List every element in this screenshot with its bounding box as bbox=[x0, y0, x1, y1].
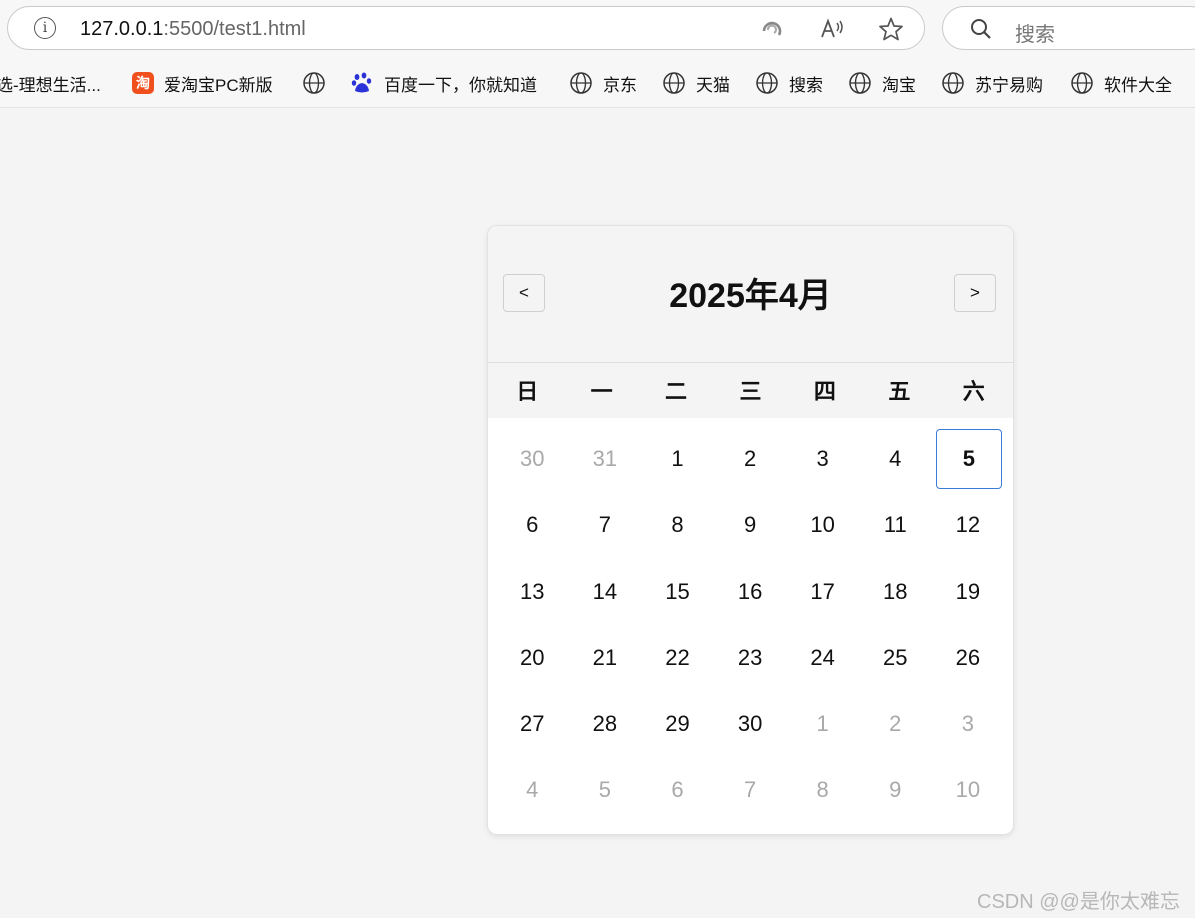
day-cell[interactable]: 22 bbox=[641, 627, 714, 693]
globe-icon bbox=[303, 72, 325, 94]
day-cell[interactable]: 26 bbox=[932, 627, 1005, 693]
day-cell[interactable]: 30 bbox=[714, 693, 787, 759]
bookmark-baidu[interactable]: 百度一下，你就知道 bbox=[350, 70, 537, 96]
weekday-sun: 日 bbox=[516, 379, 539, 404]
day-cell-today[interactable]: 5 bbox=[935, 429, 1003, 490]
day-cell[interactable]: 13 bbox=[496, 561, 569, 627]
bookmark-software[interactable]: 软件大全 bbox=[1070, 70, 1172, 96]
day-cell[interactable]: 19 bbox=[932, 561, 1005, 627]
bookmark-aitaobao[interactable]: 淘 爱淘宝PC新版 bbox=[132, 70, 273, 96]
day-cell[interactable]: 4 bbox=[859, 428, 932, 494]
weekday-wed: 三 bbox=[739, 379, 762, 404]
day-cell-adjacent-month[interactable]: 7 bbox=[714, 759, 787, 825]
site-info-icon[interactable]: i bbox=[34, 17, 56, 39]
bookmark-search[interactable]: 搜索 bbox=[755, 70, 823, 96]
day-cell[interactable]: 1 bbox=[641, 428, 714, 494]
day-cell-adjacent-month[interactable]: 3 bbox=[932, 693, 1005, 759]
day-cell[interactable]: 14 bbox=[569, 561, 642, 627]
url-path: :5500/test1.html bbox=[163, 18, 306, 40]
day-cell-adjacent-month[interactable]: 9 bbox=[859, 759, 932, 825]
bookmark-suning[interactable]: 苏宁易购 bbox=[941, 70, 1043, 96]
read-aloud-icon[interactable] bbox=[819, 16, 845, 42]
day-cell[interactable]: 23 bbox=[714, 627, 787, 693]
day-cell[interactable]: 18 bbox=[859, 561, 932, 627]
csdn-watermark: CSDN @@是你太难忘 bbox=[977, 891, 1180, 913]
day-cell-adjacent-month[interactable]: 1 bbox=[786, 693, 859, 759]
weekday-mon: 一 bbox=[590, 379, 613, 404]
bookmark-tmall[interactable]: 天猫 bbox=[662, 70, 730, 96]
bookmark-label: 选-理想生活... bbox=[0, 75, 101, 95]
calendar: < 2025年4月 > 日 一 二 三 四 五 六 30 31 1 2 3 4 5 6 7 8 9 1… bbox=[487, 225, 1014, 835]
globe-icon bbox=[756, 72, 778, 94]
day-cell-adjacent-month[interactable]: 8 bbox=[786, 759, 859, 825]
day-cell[interactable]: 11 bbox=[859, 494, 932, 560]
weekday-tue: 二 bbox=[665, 379, 688, 404]
weekday-thu: 四 bbox=[813, 379, 836, 404]
day-cell-adjacent-month[interactable]: 30 bbox=[496, 428, 569, 494]
day-cell-adjacent-month[interactable]: 2 bbox=[859, 693, 932, 759]
search-box[interactable]: 搜索 bbox=[942, 6, 1195, 50]
globe-icon bbox=[942, 72, 964, 94]
bookmarks-bar: 选-理想生活... 淘 爱淘宝PC新版 百度一下，你就知道 京东 天猫 搜索 淘… bbox=[0, 58, 1195, 108]
address-bar[interactable]: i 127.0.0.1:5500/test1.html bbox=[7, 6, 925, 50]
favorite-star-icon[interactable] bbox=[878, 16, 904, 42]
globe-icon bbox=[1071, 72, 1093, 94]
day-cell[interactable]: 16 bbox=[714, 561, 787, 627]
day-cell-adjacent-month[interactable]: 31 bbox=[569, 428, 642, 494]
calendar-header: < 2025年4月 > bbox=[488, 226, 1013, 363]
day-cell[interactable]: 21 bbox=[569, 627, 642, 693]
bookmark-label: 百度一下，你就知道 bbox=[384, 75, 537, 95]
day-cell[interactable]: 3 bbox=[786, 428, 859, 494]
browser-toolbar: i 127.0.0.1:5500/test1.html 搜索 bbox=[0, 0, 1195, 58]
day-cell[interactable]: 9 bbox=[714, 494, 787, 560]
calendar-title: 2025年4月 bbox=[669, 277, 832, 315]
day-cell[interactable]: 17 bbox=[786, 561, 859, 627]
globe-icon bbox=[570, 72, 592, 94]
next-month-button[interactable]: > bbox=[954, 274, 996, 312]
day-cell[interactable]: 25 bbox=[859, 627, 932, 693]
bookmark-label: 软件大全 bbox=[1104, 75, 1172, 95]
day-cell[interactable]: 28 bbox=[569, 693, 642, 759]
bookmark-globe-unnamed[interactable] bbox=[302, 70, 336, 96]
url-host: 127.0.0.1 bbox=[80, 18, 164, 40]
day-cell-adjacent-month[interactable]: 6 bbox=[641, 759, 714, 825]
day-cell[interactable]: 15 bbox=[641, 561, 714, 627]
bookmark-lixiang[interactable]: 选-理想生活... bbox=[0, 70, 101, 96]
taobao-icon: 淘 bbox=[132, 72, 154, 94]
day-cell[interactable]: 29 bbox=[641, 693, 714, 759]
url-text[interactable]: 127.0.0.1:5500/test1.html bbox=[80, 18, 306, 41]
day-cell[interactable]: 2 bbox=[714, 428, 787, 494]
bookmark-label: 京东 bbox=[603, 75, 637, 95]
day-cell[interactable]: 24 bbox=[786, 627, 859, 693]
day-cell[interactable]: 12 bbox=[932, 494, 1005, 560]
day-cell[interactable]: 8 bbox=[641, 494, 714, 560]
day-cell[interactable]: 6 bbox=[496, 494, 569, 560]
globe-icon bbox=[663, 72, 685, 94]
bookmark-label: 苏宁易购 bbox=[975, 75, 1043, 95]
baidu-paw-icon bbox=[351, 72, 372, 93]
day-cell-adjacent-month[interactable]: 5 bbox=[569, 759, 642, 825]
day-cell[interactable]: 7 bbox=[569, 494, 642, 560]
bookmark-label: 淘宝 bbox=[882, 75, 916, 95]
edge-refresh-icon[interactable] bbox=[759, 16, 785, 42]
bookmark-jd[interactable]: 京东 bbox=[569, 70, 637, 96]
globe-icon bbox=[849, 72, 871, 94]
bookmark-taobao[interactable]: 淘宝 bbox=[848, 70, 916, 96]
bookmark-label: 搜索 bbox=[789, 75, 823, 95]
bookmark-label: 天猫 bbox=[696, 75, 730, 95]
day-cell-adjacent-month[interactable]: 10 bbox=[932, 759, 1005, 825]
bookmark-label: 爱淘宝PC新版 bbox=[164, 75, 273, 95]
weekday-header: 日 一 二 三 四 五 六 bbox=[488, 363, 1013, 418]
day-cell[interactable]: 27 bbox=[496, 693, 569, 759]
search-placeholder: 搜索 bbox=[1015, 24, 1055, 46]
day-cell[interactable]: 20 bbox=[496, 627, 569, 693]
weekday-fri: 五 bbox=[888, 379, 911, 404]
day-grid: 30 31 1 2 3 4 5 6 7 8 9 10 11 12 13 14 15 16 17 18 19 20 21 22 2… bbox=[496, 428, 1004, 826]
day-cell-adjacent-month[interactable]: 4 bbox=[496, 759, 569, 825]
search-icon bbox=[971, 19, 991, 39]
day-cell[interactable]: 10 bbox=[786, 494, 859, 560]
weekday-sat: 六 bbox=[962, 379, 985, 404]
